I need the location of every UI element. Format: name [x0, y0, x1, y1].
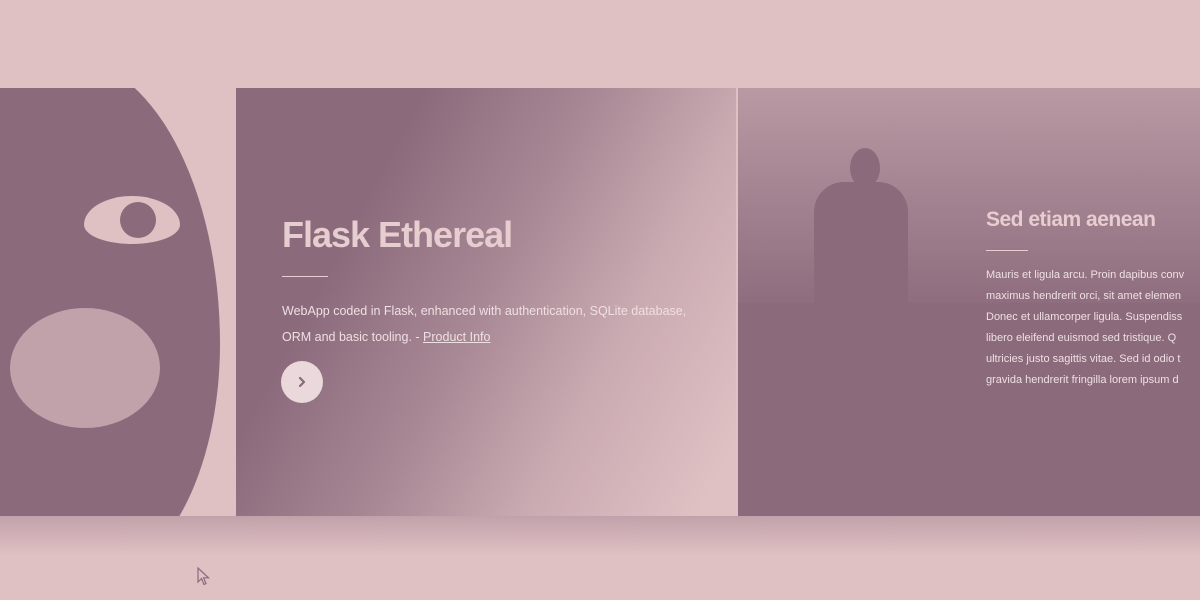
product-info-link[interactable]: Product Info [423, 330, 490, 344]
slide-next[interactable]: Sed etiam aenean Mauris et ligula arcu. … [738, 88, 1200, 516]
chevron-right-icon [298, 376, 306, 388]
next-slide-button[interactable] [281, 361, 323, 403]
slide-title: Flask Ethereal [282, 214, 513, 255]
title-divider [986, 250, 1028, 251]
slide-text-next: Mauris et ligula arcu. Proin dapibus con… [986, 269, 1185, 386]
slide-title-next: Sed etiam aenean [986, 208, 1156, 231]
slide-description: WebApp coded in Flask, enhanced with aut… [282, 304, 687, 344]
title-divider [282, 276, 328, 277]
mouse-pointer-icon [197, 567, 211, 586]
